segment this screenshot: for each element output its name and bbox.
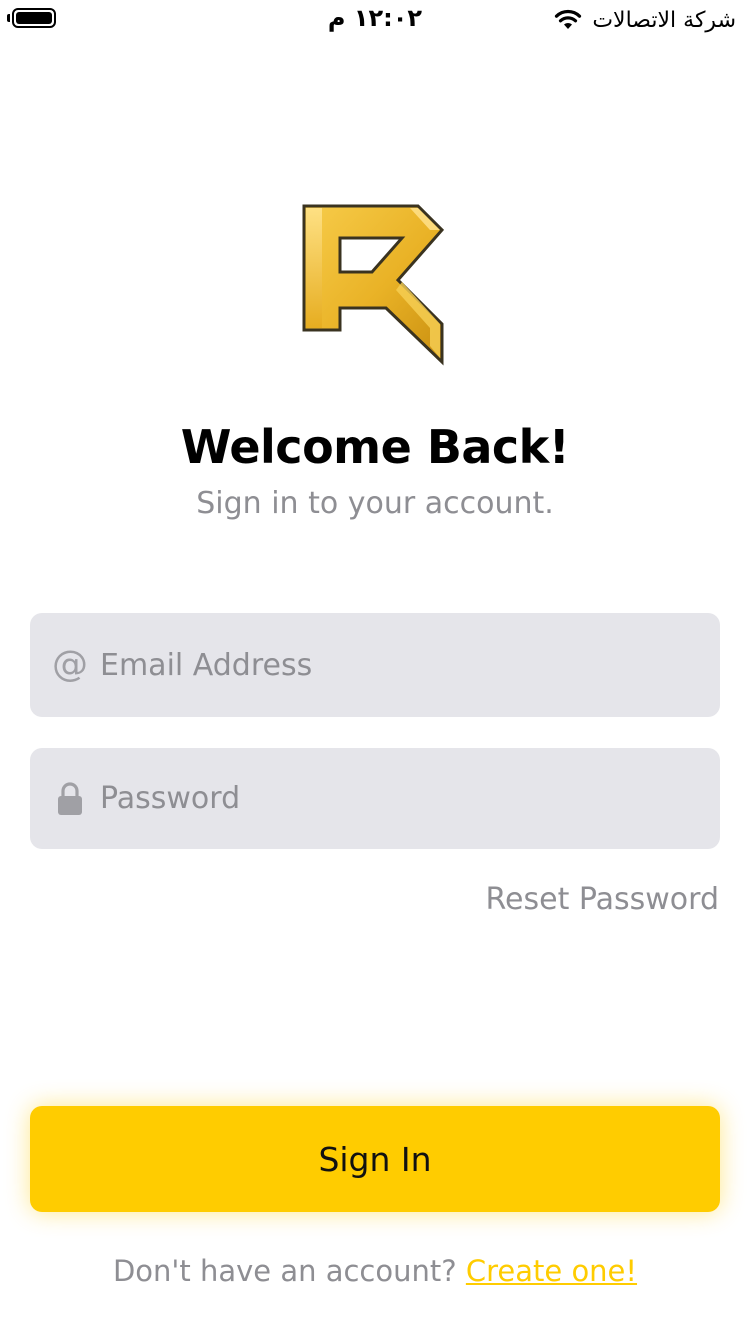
sign-in-button[interactable]: Sign In	[30, 1106, 720, 1212]
page-title: Welcome Back!	[180, 420, 570, 474]
footer-prompt: Don't have an account?	[112, 1254, 457, 1288]
reset-password-link[interactable]: Reset Password	[486, 882, 719, 917]
battery-icon	[12, 8, 56, 28]
carrier-name: شركة الاتصالات	[592, 7, 736, 33]
create-account-link[interactable]: Create one!	[466, 1254, 637, 1288]
status-time: ١٢:٠٢ م	[327, 4, 423, 32]
battery-nub	[7, 14, 10, 22]
email-field[interactable]	[100, 613, 700, 717]
password-field-container	[30, 748, 720, 849]
page-subtitle: Sign in to your account.	[196, 486, 554, 521]
password-field[interactable]	[100, 748, 700, 849]
email-field-container: @	[30, 613, 720, 717]
lock-icon	[50, 779, 90, 819]
footer: Don't have an account? Create one!	[0, 1254, 750, 1288]
status-bar: ١٢:٠٢ م شركة الاتصالات	[0, 0, 750, 40]
status-right: شركة الاتصالات	[554, 4, 736, 36]
wifi-icon	[554, 9, 582, 31]
at-icon: @	[52, 644, 88, 685]
r-logo	[298, 200, 448, 368]
